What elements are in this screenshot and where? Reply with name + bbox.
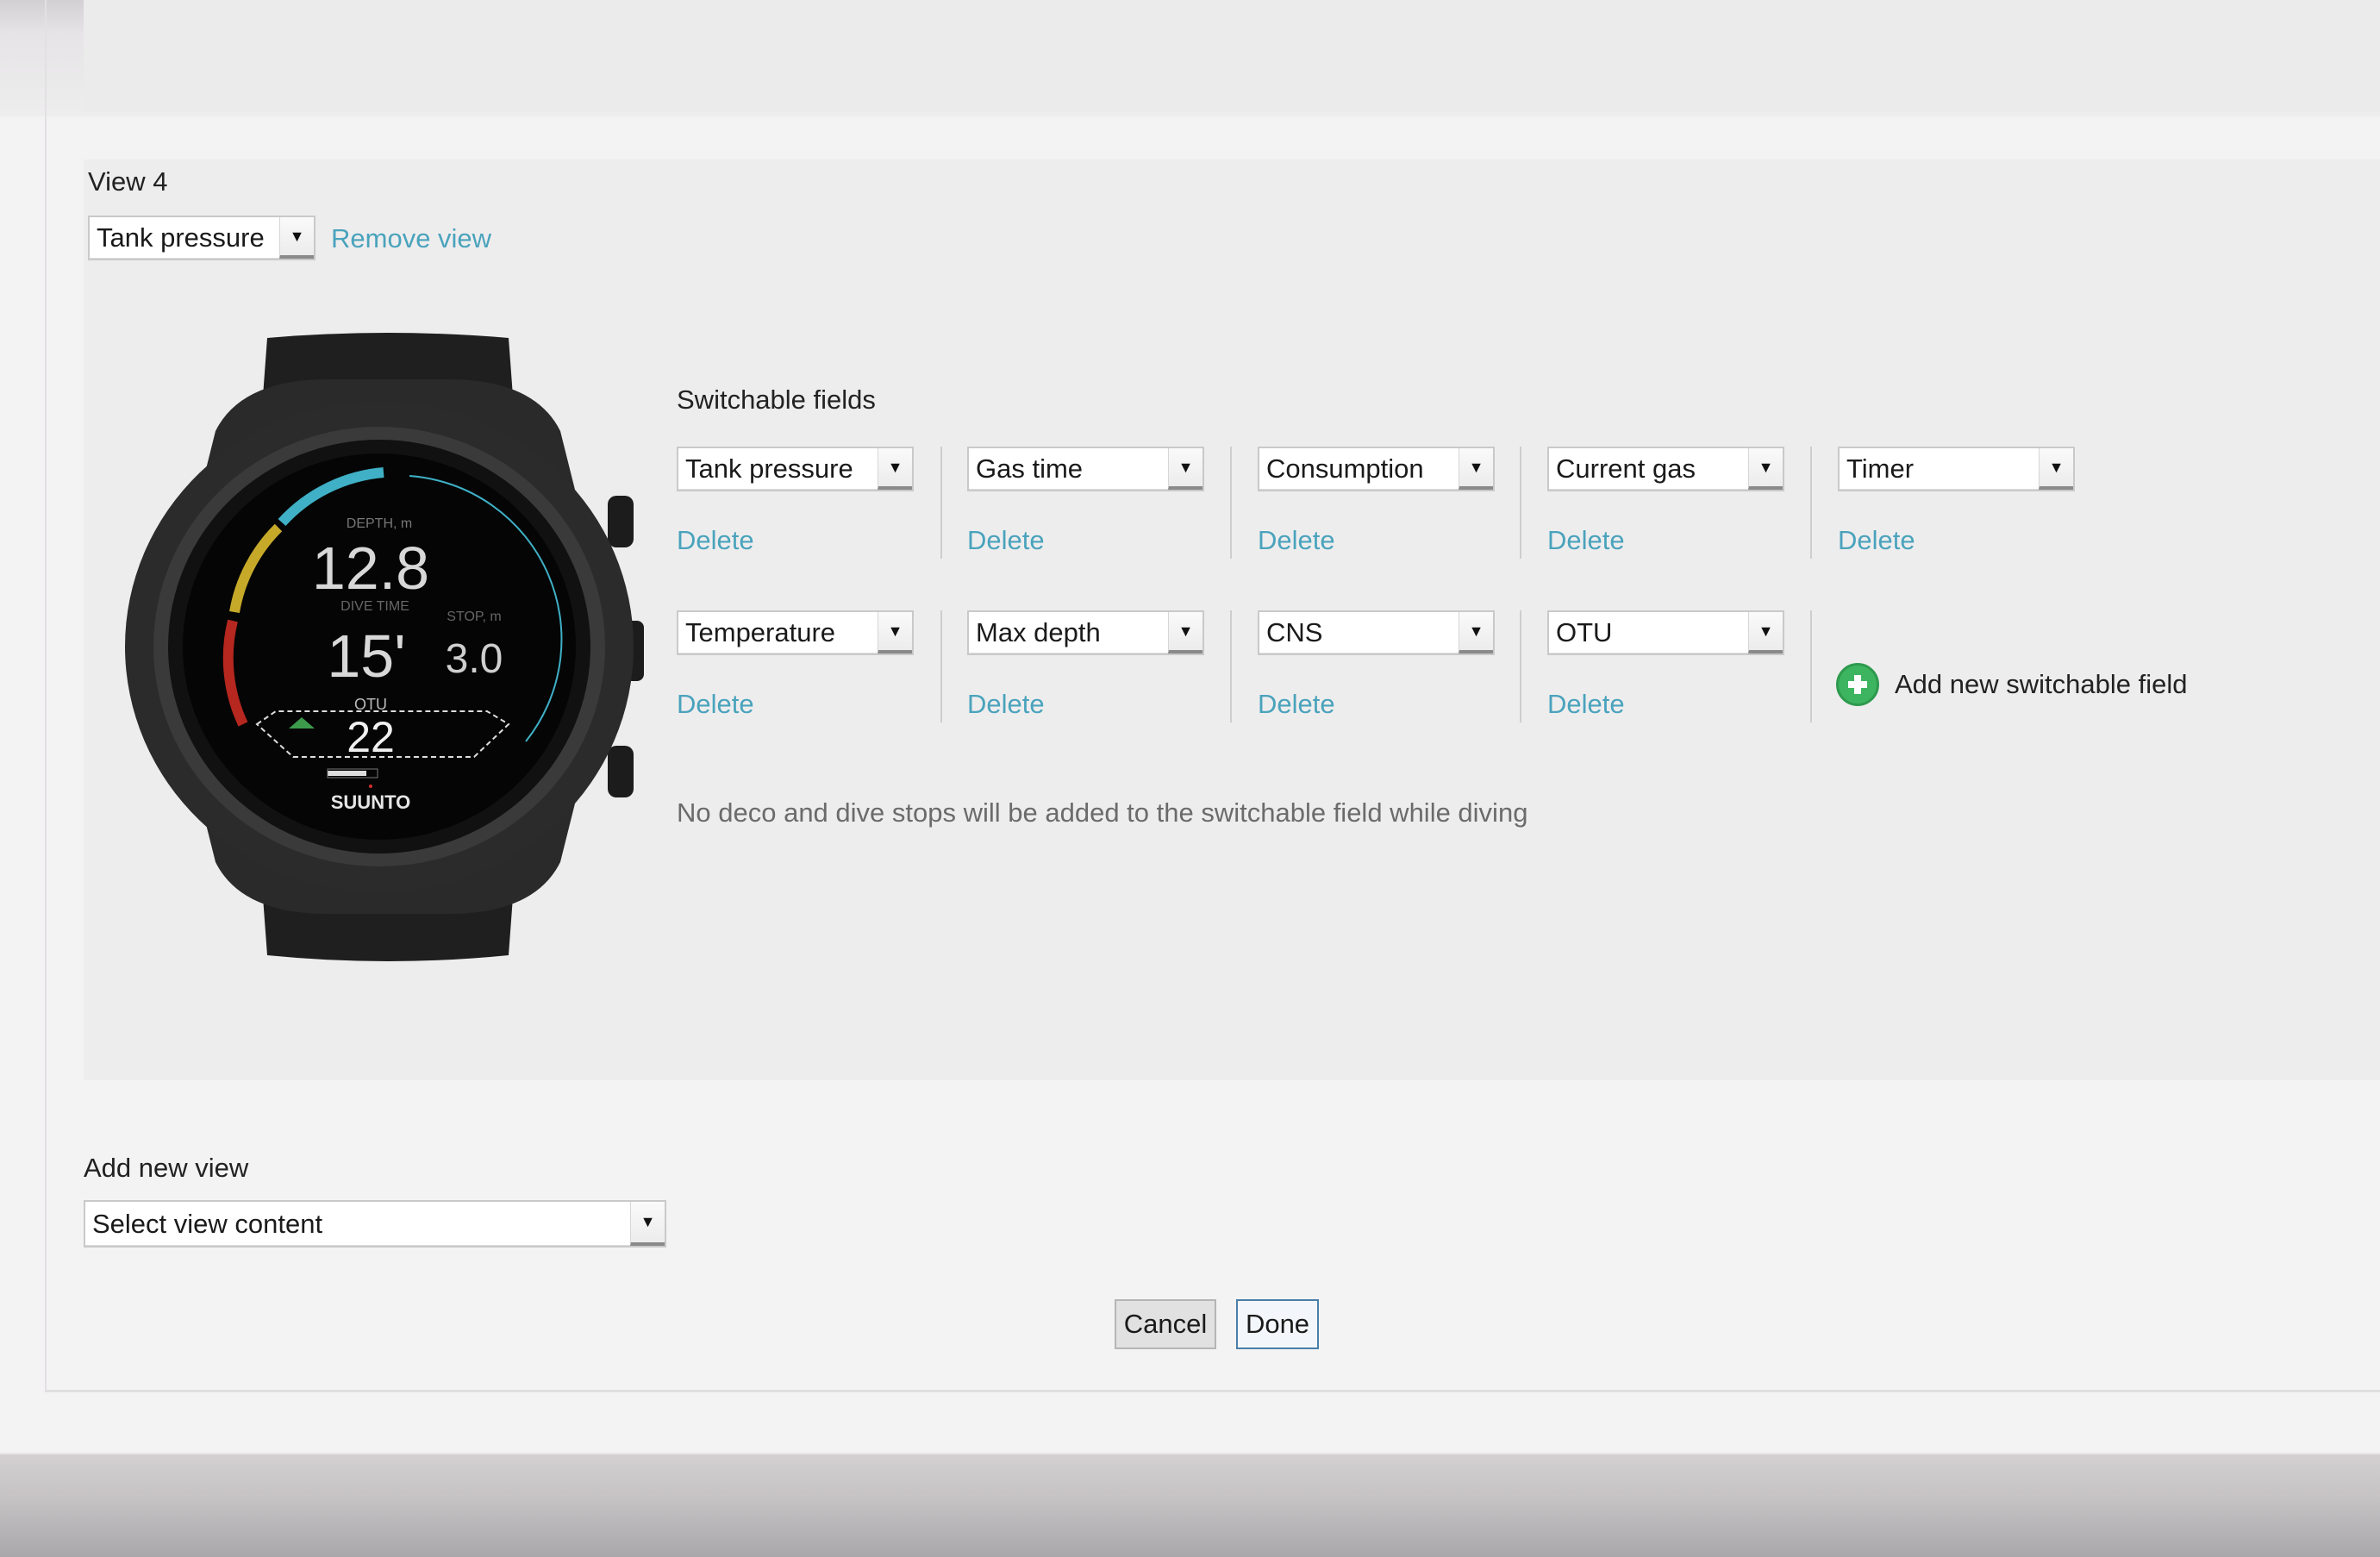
- delete-field-link[interactable]: Delete: [1258, 689, 1335, 720]
- switchable-field-select[interactable]: Tank pressure ▼: [677, 447, 914, 491]
- delete-field-link[interactable]: Delete: [677, 525, 754, 556]
- column-divider: [1810, 447, 1812, 559]
- delete-field-link[interactable]: Delete: [677, 689, 754, 720]
- switchable-fields-note: No deco and dive stops will be added to …: [677, 797, 1528, 828]
- watch-image: DEPTH, m 12.8 DIVE TIME 15' STOP, m 3.0 …: [125, 333, 644, 961]
- column-divider: [1520, 447, 1521, 559]
- switchable-field-select[interactable]: CNS ▼: [1258, 610, 1495, 655]
- delete-field-link[interactable]: Delete: [967, 689, 1045, 720]
- switchable-field-value: Temperature: [685, 617, 836, 647]
- remove-view-link[interactable]: Remove view: [331, 223, 491, 254]
- add-switchable-field-label: Add new switchable field: [1895, 669, 2188, 699]
- switchable-field-select[interactable]: OTU ▼: [1547, 610, 1784, 655]
- switchable-field-select[interactable]: Gas time ▼: [967, 447, 1204, 491]
- switchable-field-value: Gas time: [976, 453, 1084, 484]
- add-new-view-label: Add new view: [84, 1153, 249, 1183]
- chevron-down-icon[interactable]: ▼: [1459, 612, 1493, 653]
- switchable-field-select[interactable]: Max depth ▼: [967, 610, 1204, 655]
- add-switchable-field-button[interactable]: Add new switchable field: [1836, 662, 2187, 707]
- watch-stop-value: 3.0: [446, 636, 503, 682]
- done-button[interactable]: Done: [1236, 1299, 1319, 1349]
- switchable-field-value: Timer: [1846, 453, 1915, 484]
- switchable-field-select[interactable]: Temperature ▼: [677, 610, 914, 655]
- switchable-field-value: OTU: [1556, 617, 1613, 647]
- chevron-down-icon[interactable]: ▼: [630, 1202, 665, 1246]
- chevron-down-icon[interactable]: ▼: [878, 612, 912, 653]
- view-title: View 4: [88, 166, 168, 197]
- switchable-field-value: Consumption: [1266, 453, 1424, 484]
- bottom-background: [0, 1453, 2380, 1557]
- chevron-down-icon[interactable]: ▼: [878, 448, 912, 490]
- view-content-value: Tank pressure: [97, 222, 265, 253]
- switchable-fields-heading: Switchable fields: [677, 385, 876, 415]
- switchable-field-select[interactable]: Timer ▼: [1838, 447, 2075, 491]
- chevron-down-icon[interactable]: ▼: [1748, 448, 1783, 490]
- switchable-field-value: CNS: [1266, 617, 1323, 647]
- chevron-down-icon[interactable]: ▼: [1168, 612, 1202, 653]
- column-divider: [1810, 610, 1812, 722]
- cancel-button[interactable]: Cancel: [1115, 1299, 1216, 1349]
- watch-button-top: [608, 496, 634, 547]
- switchable-field-select[interactable]: Consumption ▼: [1258, 447, 1495, 491]
- watch-button-bottom: [608, 746, 634, 797]
- delete-field-link[interactable]: Delete: [1547, 525, 1625, 556]
- chevron-down-icon[interactable]: ▼: [1459, 448, 1493, 490]
- switchable-field-value: Tank pressure: [685, 453, 853, 484]
- delete-field-link[interactable]: Delete: [1258, 525, 1335, 556]
- column-divider: [940, 610, 942, 722]
- chevron-down-icon[interactable]: ▼: [2039, 448, 2073, 490]
- view-content-select[interactable]: Tank pressure ▼: [88, 216, 315, 260]
- watch-red-dot: [369, 785, 372, 788]
- column-divider: [940, 447, 942, 559]
- switchable-field-value: Current gas: [1556, 453, 1696, 484]
- column-divider: [1230, 447, 1232, 559]
- previous-view-panel: [84, 0, 2380, 112]
- watch-dive-time-label: DIVE TIME: [340, 599, 409, 614]
- watch-depth-value: 12.8: [312, 535, 429, 602]
- watch-field-value: 22: [347, 713, 395, 761]
- add-view-select-placeholder: Select view content: [92, 1208, 323, 1239]
- switchable-field-select[interactable]: Current gas ▼: [1547, 447, 1784, 491]
- watch-preview: DEPTH, m 12.8 DIVE TIME 15' STOP, m 3.0 …: [112, 328, 664, 966]
- add-view-select[interactable]: Select view content ▼: [84, 1200, 666, 1247]
- watch-battery-bar: [328, 771, 366, 776]
- watch-brand-logo: SUUNTO: [331, 791, 411, 813]
- column-divider: [1230, 610, 1232, 722]
- watch-stop-label: STOP, m: [447, 610, 501, 624]
- chevron-down-icon[interactable]: ▼: [1168, 448, 1202, 490]
- chevron-down-icon[interactable]: ▼: [279, 217, 314, 259]
- switchable-field-value: Max depth: [976, 617, 1101, 647]
- delete-field-link[interactable]: Delete: [1838, 525, 1915, 556]
- delete-field-link[interactable]: Delete: [1547, 689, 1625, 720]
- plus-circle-icon: [1836, 663, 1879, 706]
- delete-field-link[interactable]: Delete: [967, 525, 1045, 556]
- column-divider: [1520, 610, 1521, 722]
- watch-depth-label: DEPTH, m: [347, 516, 412, 531]
- watch-dive-time-value: 15': [327, 622, 405, 690]
- chevron-down-icon[interactable]: ▼: [1748, 612, 1783, 653]
